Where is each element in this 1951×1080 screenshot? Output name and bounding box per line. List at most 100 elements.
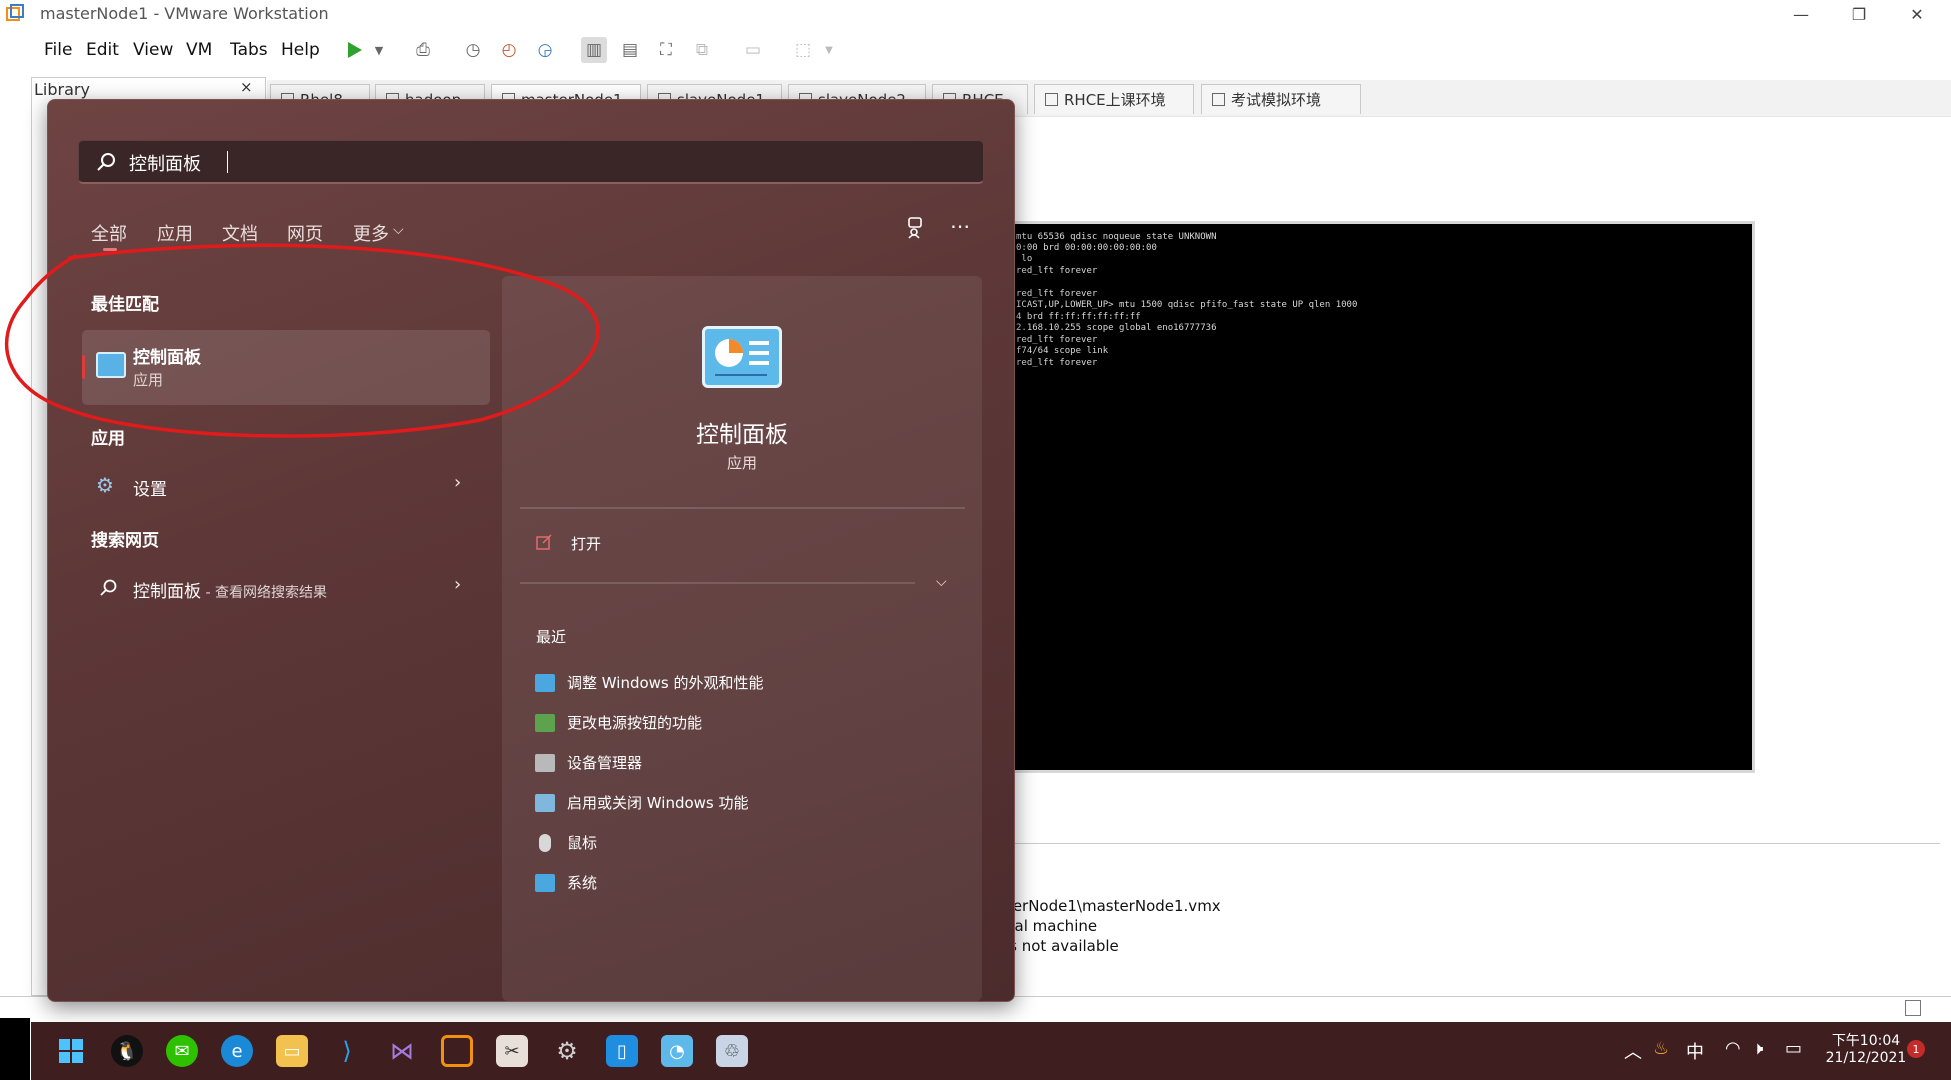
close-button[interactable]: ✕ [1888,0,1946,29]
phone-link-icon[interactable]: ▯ [606,1035,638,1067]
recycle-bin-icon[interactable]: ♲ [716,1035,748,1067]
recent-item[interactable]: 设备管理器 [535,752,642,773]
system-icon [535,873,555,892]
recent-item-label: 鼠标 [567,834,598,852]
console-line: red_lft forever [1016,358,1098,368]
open-action[interactable]: 打开 [571,533,601,554]
recent-item-label: 系统 [567,874,598,892]
edge-browser-icon[interactable]: e [221,1035,253,1067]
console-line: 4 brd ff:ff:ff:ff:ff:ff [1016,312,1141,322]
menu-view[interactable]: View [133,40,173,60]
power-dropdown-icon[interactable]: ▼ [366,37,392,63]
console-line: lo [1016,254,1033,264]
snipping-tool-icon[interactable]: ✂ [496,1035,528,1067]
menu-help[interactable]: Help [281,40,320,60]
settings-gear-icon: ⚙ [96,473,114,497]
windows-start-icon[interactable] [55,1035,87,1067]
search-icon [98,578,118,602]
search-input[interactable]: 控制面板 [78,140,984,184]
menu-file[interactable]: File [44,40,72,60]
recent-item[interactable]: 启用或关闭 Windows 功能 [535,792,749,813]
web-search-query: 控制面板 [133,582,201,602]
library-close-button[interactable]: × [240,78,253,96]
menu-vm[interactable]: VM [186,40,212,60]
vscode-icon[interactable]: ⟩ [331,1035,363,1067]
mouse-icon [539,833,551,852]
menu-tabs[interactable]: Tabs [230,40,268,60]
stretch-guest-icon[interactable]: ⬚ [790,37,816,63]
details-divider [1005,843,1940,844]
chevron-right-icon[interactable]: › [454,472,461,493]
performance-icon [535,673,555,692]
recent-item-label: 调整 Windows 的外观和性能 [567,674,764,692]
vm-tab-rhce-class[interactable]: RHCE上课环境 [1034,84,1194,114]
message-log-icon[interactable] [1905,1000,1921,1016]
recent-header: 最近 [536,628,567,646]
revert-snapshot-icon[interactable]: ◴ [496,37,522,63]
restore-button[interactable]: ❐ [1830,0,1888,29]
unity-icon[interactable]: ⧉ [689,37,715,63]
snapshot-icon[interactable]: ◷ [460,37,486,63]
control-panel-taskbar-icon[interactable]: ◔ [661,1035,693,1067]
share-account-icon[interactable] [905,216,929,244]
stretch-dropdown-icon[interactable]: ▼ [816,37,842,63]
qq-icon[interactable]: 🐧 [111,1035,143,1067]
settings-taskbar-icon[interactable]: ⚙ [551,1035,583,1067]
menu-bar: File Edit View VM Tabs Help ▼ ⎙ ◷ ◴ ◶ ▥ … [0,29,1951,71]
console-view-icon[interactable]: ▭ [740,37,766,63]
tray-app-icon[interactable]: ♨ [1653,1038,1669,1059]
vm-status: is not available [1005,937,1119,955]
app-item-settings[interactable]: 设置 [133,475,167,500]
console-line: red_lft forever [1016,266,1098,276]
thumbnail-bar-icon[interactable]: ▤ [617,37,643,63]
clock-date[interactable]: 21/12/2021 [1818,1050,1914,1066]
vm-tab-label: 考试模拟环境 [1231,91,1322,109]
web-search-item[interactable]: 控制面板 - 查看网络搜索结果 [133,577,327,602]
ime-indicator[interactable]: 中 [1686,1038,1704,1064]
snapshot-manager-icon[interactable]: ◶ [532,37,558,63]
library-toggle-icon[interactable]: ▥ [581,37,607,63]
vm-type: ual machine [1005,917,1098,935]
vm-tab-exam-sim[interactable]: 考试模拟环境 [1201,84,1361,114]
more-options-icon[interactable]: ⋯ [950,214,970,238]
text-caret [227,151,228,173]
vmware-taskbar-icon[interactable] [441,1035,473,1067]
recent-item-label: 设备管理器 [567,754,643,772]
notification-badge[interactable]: 1 [1907,1040,1925,1058]
console-line: red_lft forever [1016,289,1098,299]
chevron-down-icon[interactable]: ⌵ [936,574,947,590]
show-hidden-icons-icon[interactable]: ︿ [1624,1038,1642,1064]
recent-item[interactable]: 更改电源按钮的功能 [535,712,702,733]
clock-time[interactable]: 下午10:04 [1826,1030,1906,1050]
web-search-header: 搜索网页 [91,531,159,551]
device-manager-icon [535,753,555,772]
console-line: red_lft forever [1016,335,1098,345]
full-screen-icon[interactable]: ⛶ [653,37,679,63]
recent-item[interactable]: 系统 [535,872,597,893]
wifi-icon[interactable]: ◠ [1725,1038,1741,1059]
recent-item[interactable]: 鼠标 [535,832,597,853]
chevron-right-icon[interactable]: › [454,574,461,595]
web-search-suffix: - 查看网络搜索结果 [201,585,327,601]
wechat-icon[interactable]: ✉ [166,1035,198,1067]
volume-icon[interactable]: 🕨 [1752,1038,1763,1059]
console-line: ICAST,UP,LOWER_UP> mtu 1500 qdisc pfifo_… [1016,300,1358,310]
recent-item-label: 启用或关闭 Windows 功能 [567,794,749,812]
power-options-icon [535,713,555,732]
console-line: mtu 65536 qdisc noqueue state UNKNOWN [1016,232,1217,242]
recent-item[interactable]: 调整 Windows 的外观和性能 [535,672,764,693]
vm-tab-label: RHCE上课环境 [1064,91,1166,109]
title-bar: masterNode1 - VMware Workstation — ❐ ✕ [0,0,1951,29]
vm-icon [1212,93,1225,106]
send-keys-icon[interactable]: ⎙ [410,37,436,63]
screen-edge [0,1018,30,1080]
vm-console-screen[interactable]: mtu 65536 qdisc noqueue state UNKNOWN 0:… [1005,221,1755,773]
vm-icon [1045,93,1058,106]
menu-edit[interactable]: Edit [86,40,119,60]
power-on-icon[interactable] [341,37,367,63]
minimize-button[interactable]: — [1772,0,1830,29]
detail-divider [520,582,915,584]
battery-icon[interactable]: ▭ [1785,1038,1802,1059]
file-explorer-icon[interactable]: ▭ [276,1035,308,1067]
visual-studio-icon[interactable]: ⋈ [386,1035,418,1067]
